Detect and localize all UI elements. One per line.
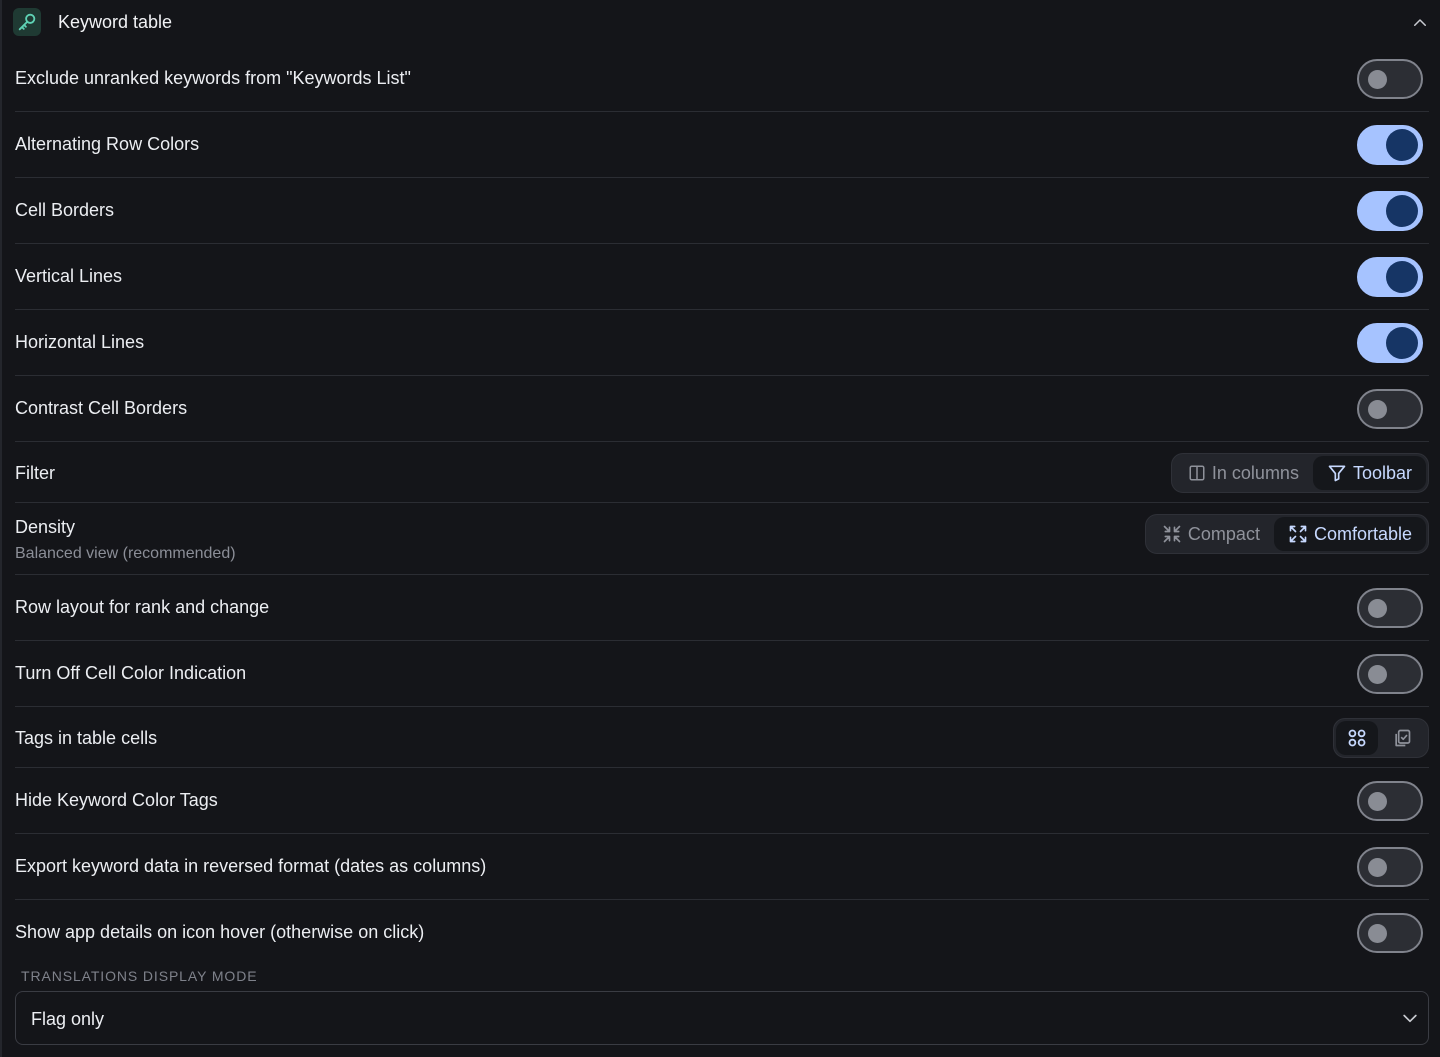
select-value: Flag only <box>31 1009 105 1029</box>
setting-description: Balanced view (recommended) <box>15 545 236 562</box>
chevron-down-icon <box>1400 1008 1420 1028</box>
density-option-comfortable[interactable]: Comfortable <box>1273 517 1426 551</box>
setting-label: Show app details on icon hover (otherwis… <box>15 922 425 942</box>
toggle-export-reversed[interactable] <box>1357 847 1423 887</box>
setting-row-export-reversed: Export keyword data in reversed format (… <box>15 834 1429 900</box>
toggle-alternating-row-colors[interactable] <box>1357 125 1423 165</box>
toggle-knob <box>1368 70 1387 89</box>
setting-row-tags-in-cells: Tags in table cells <box>15 707 1429 768</box>
funnel-icon <box>1327 463 1347 483</box>
translations-caption: TRANSLATIONS DISPLAY MODE <box>21 968 258 984</box>
setting-row-app-details-hover: Show app details on icon hover (otherwis… <box>15 900 1429 966</box>
setting-row-row-layout: Row layout for rank and change <box>15 575 1429 641</box>
setting-row-horizontal-lines: Horizontal Lines <box>15 310 1429 376</box>
setting-row-contrast-cell-borders: Contrast Cell Borders <box>15 376 1429 442</box>
filter-segmented-control: In columns Toolbar <box>1170 453 1429 493</box>
setting-label: Cell Borders <box>15 200 115 220</box>
toggle-knob <box>1386 195 1418 227</box>
setting-row-hide-color-tags: Hide Keyword Color Tags <box>15 768 1429 834</box>
toggle-hide-color-tags[interactable] <box>1357 781 1423 821</box>
toggle-knob <box>1368 400 1387 419</box>
toggle-knob <box>1386 327 1418 359</box>
density-segmented-control: Compact Comfortable <box>1144 514 1429 554</box>
tags-option-grid[interactable] <box>1336 721 1378 755</box>
expand-icon <box>1288 524 1308 544</box>
toggle-knob <box>1368 924 1387 943</box>
compress-icon <box>1162 524 1182 544</box>
setting-label: Export keyword data in reversed format (… <box>15 856 487 876</box>
columns-icon <box>1188 464 1206 482</box>
key-icon <box>13 8 41 36</box>
toggle-contrast-cell-borders[interactable] <box>1357 389 1423 429</box>
setting-row-cell-color-indication: Turn Off Cell Color Indication <box>15 641 1429 707</box>
section-header[interactable]: Keyword table <box>2 0 1440 46</box>
setting-row-vertical-lines: Vertical Lines <box>15 244 1429 310</box>
toggle-horizontal-lines[interactable] <box>1357 323 1423 363</box>
density-option-label: Comfortable <box>1313 523 1412 544</box>
keyword-table-settings-panel: Keyword table Exclude unranked keywords … <box>0 0 1440 1057</box>
setting-row-alternating-row-colors: Alternating Row Colors <box>15 112 1429 178</box>
setting-label: Exclude unranked keywords from "Keywords… <box>15 68 411 88</box>
copy-list-icon <box>1392 728 1412 748</box>
toggle-knob <box>1386 261 1418 293</box>
filter-option-toolbar[interactable]: Toolbar <box>1312 456 1426 490</box>
toggle-vertical-lines[interactable] <box>1357 257 1423 297</box>
toggle-row-layout[interactable] <box>1357 588 1423 628</box>
setting-row-filter: Filter In columns Toolbar <box>15 442 1429 503</box>
setting-label: Hide Keyword Color Tags <box>15 790 218 810</box>
setting-label: Horizontal Lines <box>15 332 145 352</box>
setting-label: Tags in table cells <box>15 728 158 748</box>
toggle-app-details-hover[interactable] <box>1357 913 1423 953</box>
toggle-knob <box>1368 792 1387 811</box>
toggle-knob <box>1368 599 1387 618</box>
chevron-up-icon[interactable] <box>1408 12 1432 34</box>
setting-label: Row layout for rank and change <box>15 597 270 617</box>
setting-label: Vertical Lines <box>15 266 123 286</box>
density-option-compact[interactable]: Compact <box>1148 517 1274 551</box>
setting-row-cell-borders: Cell Borders <box>15 178 1429 244</box>
setting-row-density: Density Balanced view (recommended) Comp… <box>15 503 1429 575</box>
setting-label: Turn Off Cell Color Indication <box>15 663 247 683</box>
tags-segmented-control <box>1333 718 1429 758</box>
setting-label: Alternating Row Colors <box>15 134 200 154</box>
setting-label: Contrast Cell Borders <box>15 398 188 418</box>
filter-option-label: In columns <box>1211 462 1299 483</box>
setting-label: Density <box>15 517 76 537</box>
toggle-knob <box>1386 129 1418 161</box>
section-title: Keyword table <box>58 12 173 32</box>
setting-row-exclude-unranked: Exclude unranked keywords from "Keywords… <box>15 46 1429 112</box>
translations-display-mode-select[interactable]: Flag only <box>15 991 1429 1045</box>
filter-option-in-columns[interactable]: In columns <box>1174 456 1313 490</box>
toggle-knob <box>1368 858 1387 877</box>
toggle-cell-color-indication[interactable] <box>1357 654 1423 694</box>
grid-view-icon <box>1346 727 1368 749</box>
toggle-exclude-unranked[interactable] <box>1357 59 1423 99</box>
tags-option-list[interactable] <box>1378 721 1426 755</box>
setting-label: Filter <box>15 463 55 483</box>
toggle-knob <box>1368 665 1387 684</box>
density-option-label: Compact <box>1187 523 1260 544</box>
toggle-cell-borders[interactable] <box>1357 191 1423 231</box>
filter-option-label: Toolbar <box>1352 462 1412 483</box>
